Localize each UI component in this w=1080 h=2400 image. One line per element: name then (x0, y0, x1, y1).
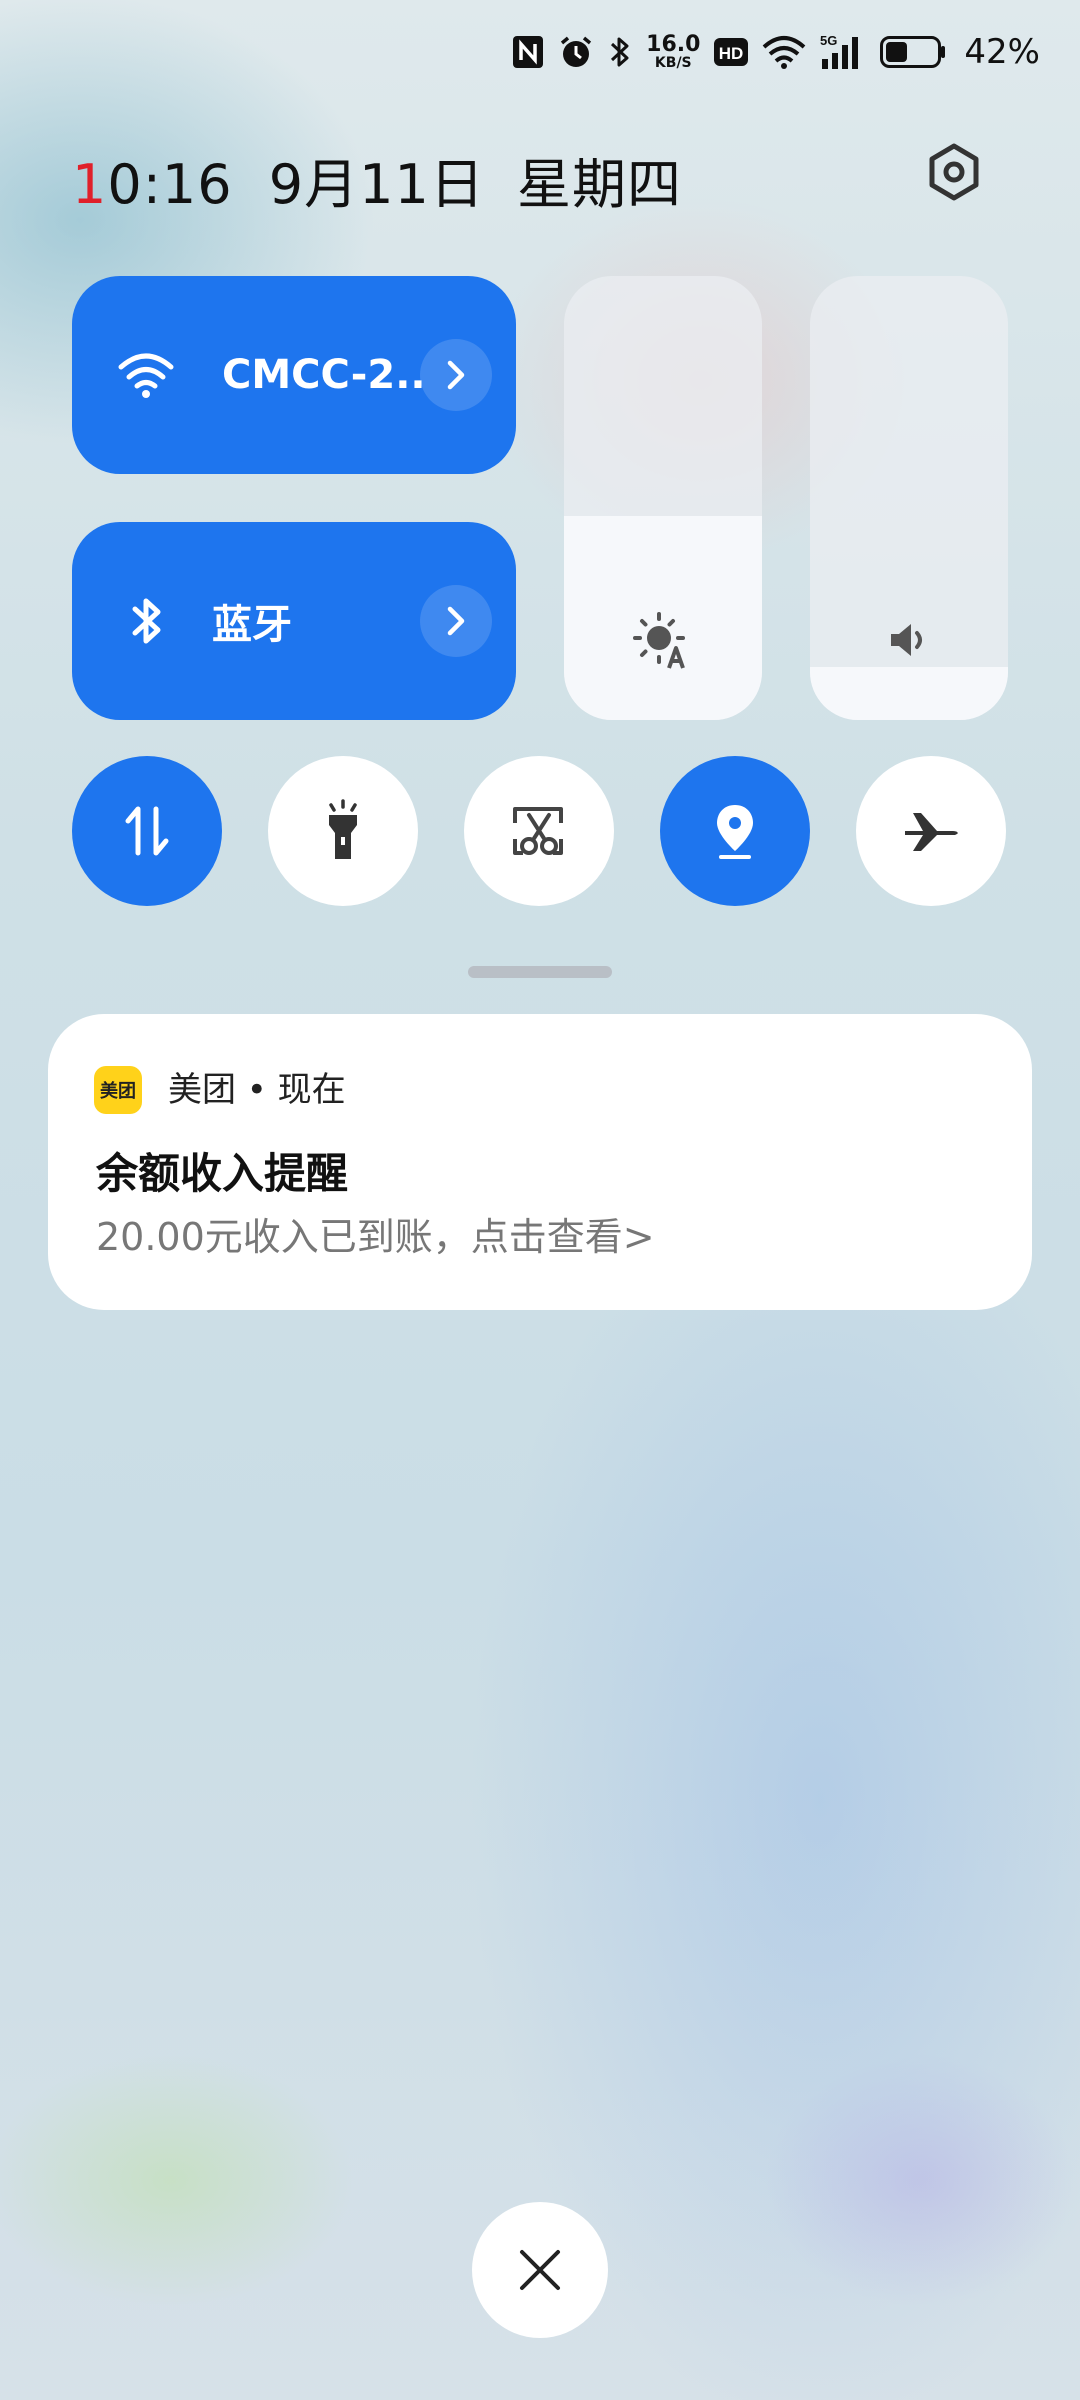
location-pin-icon (717, 805, 753, 859)
meituan-app-icon: 美团 (94, 1066, 142, 1114)
notification-app-name: 美团 • 现在 (168, 1070, 346, 1110)
airplane-icon (905, 813, 958, 851)
screenshot-toggle[interactable] (464, 756, 614, 906)
brightness-slider[interactable] (564, 276, 762, 720)
close-icon (520, 2250, 560, 2290)
network-speed-unit: KB/S (654, 55, 692, 71)
bluetooth-icon (130, 594, 164, 648)
volume-level (810, 666, 1008, 720)
wifi-icon (118, 351, 174, 399)
time-first-digit: 1 (72, 153, 108, 216)
location-toggle[interactable] (660, 756, 810, 906)
bluetooth-tile[interactable]: 蓝牙 (72, 522, 516, 720)
hd-icon: HD (714, 38, 749, 66)
panel-drag-handle[interactable] (468, 966, 612, 978)
flashlight-icon (329, 799, 357, 859)
clock-date: 10:16 9月11日 星期四 (72, 140, 682, 219)
app-icon-text: 美团 (100, 1081, 136, 1102)
notification-body: 20.00元收入已到账，点击查看> (96, 1215, 655, 1259)
chevron-right-icon (447, 606, 465, 636)
notification-title: 余额收入提醒 (96, 1149, 349, 1198)
weekday: 星期四 (517, 153, 683, 216)
volume-slider[interactable] (810, 276, 1008, 720)
wifi-icon (762, 35, 806, 69)
clear-notifications-button[interactable] (472, 2202, 608, 2338)
mobile-data-toggle[interactable] (72, 756, 222, 906)
date: 9月11日 (268, 153, 485, 216)
chevron-right-icon (447, 360, 465, 390)
data-transfer-icon (125, 806, 169, 856)
wifi-details-button[interactable] (420, 339, 492, 411)
bluetooth-icon (608, 34, 632, 70)
auto-brightness-icon (631, 610, 695, 670)
wifi-network-name: CMCC-2.. (222, 352, 426, 398)
time-rest: 0:16 (107, 153, 233, 216)
alarm-icon (558, 34, 594, 70)
bluetooth-label: 蓝牙 (212, 602, 292, 648)
network-type-label: 5G (820, 33, 837, 48)
airplane-mode-toggle[interactable] (856, 756, 1006, 906)
cellular-signal-icon: 5G (820, 33, 866, 71)
network-speed-value: 16.0 (646, 32, 701, 57)
settings-button[interactable] (920, 138, 988, 206)
screenshot-scissors-icon (513, 807, 563, 855)
battery-percentage: 42% (964, 32, 1040, 72)
hd-label: HD (719, 44, 744, 63)
volume-icon (885, 616, 933, 664)
status-bar: 16.0 KB/S HD 5G 42% (512, 24, 1040, 80)
gear-icon (929, 143, 979, 201)
nfc-icon (512, 35, 544, 69)
notification-card[interactable]: 美团 美团 • 现在 余额收入提醒 20.00元收入已到账，点击查看> (48, 1014, 1032, 1310)
wifi-tile[interactable]: CMCC-2.. (72, 276, 516, 474)
battery-icon (880, 36, 946, 68)
network-speed: 16.0 KB/S (646, 32, 701, 71)
bluetooth-details-button[interactable] (420, 585, 492, 657)
flashlight-toggle[interactable] (268, 756, 418, 906)
